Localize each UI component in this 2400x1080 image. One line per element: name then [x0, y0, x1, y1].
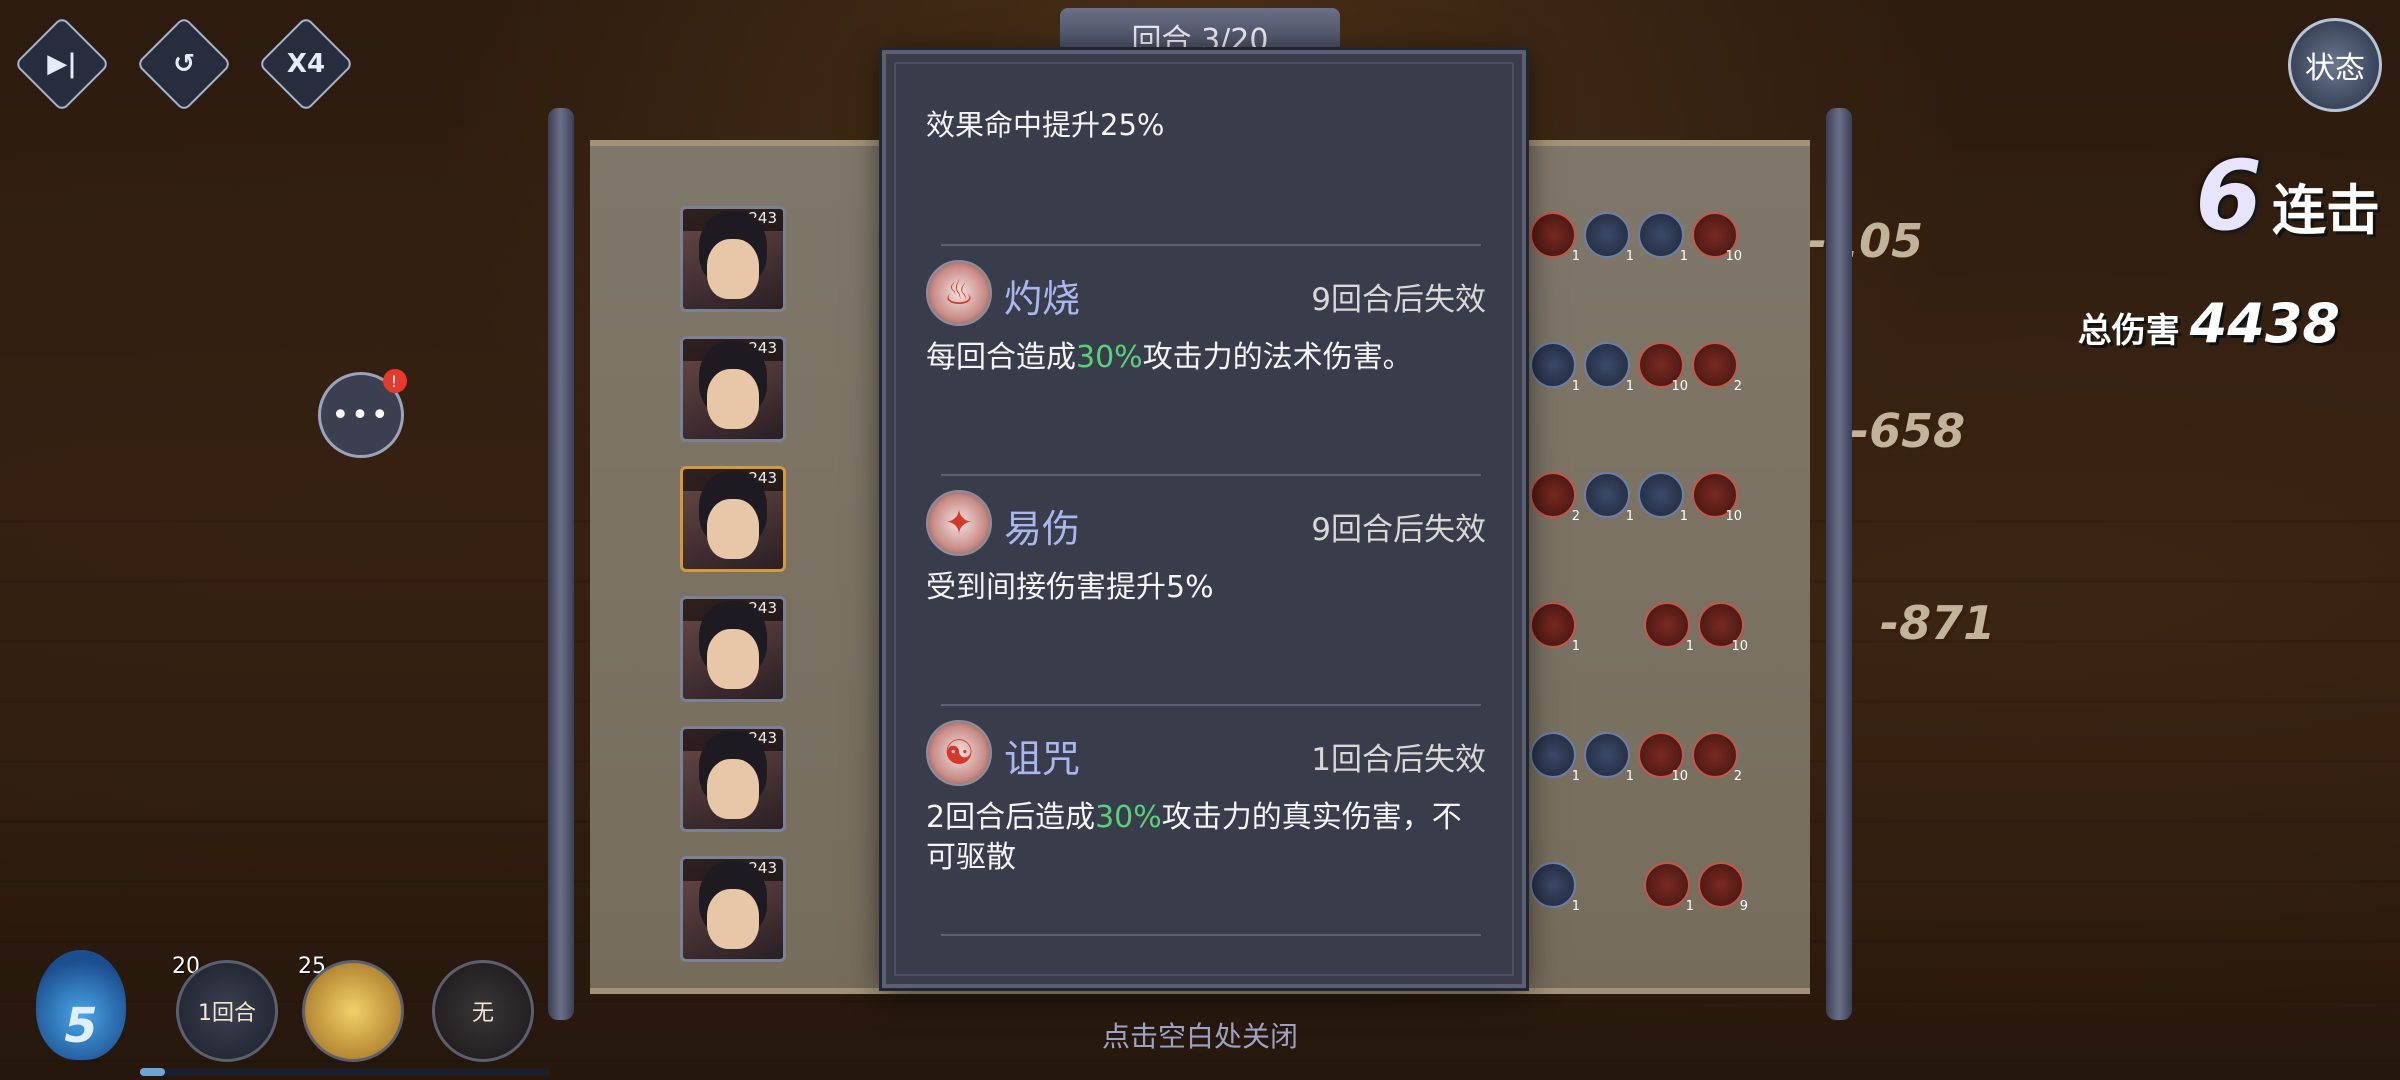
avatar[interactable]: Lv.243	[680, 466, 786, 572]
flame-icon: ♨	[926, 260, 992, 326]
avatar[interactable]: Lv.243	[680, 336, 786, 442]
flame-icon[interactable]: 10	[1638, 342, 1688, 394]
eye-icon[interactable]: 1	[1584, 732, 1634, 784]
damage-popup: -658	[1850, 404, 1966, 458]
divider	[941, 474, 1481, 476]
buff-list: 1 1 9	[1530, 862, 1748, 914]
curse-icon[interactable]: 10	[1692, 472, 1742, 524]
effect-duration: 1回合后失效	[1311, 742, 1486, 778]
effect-name: 诅咒	[1004, 737, 1081, 781]
eye-icon[interactable]: 1	[1530, 342, 1580, 394]
effect-name: 灼烧	[1004, 277, 1081, 321]
buff-list: 2 1 1 10	[1530, 472, 1742, 524]
effect-name: 易伤	[1004, 507, 1081, 551]
buff-list: 1 1 10 2	[1530, 342, 1742, 394]
scroll-rod-right	[1826, 108, 1852, 1020]
curse-icon[interactable]: 2	[1692, 342, 1742, 394]
divider	[941, 934, 1481, 936]
buff-list: 1 1 10 2	[1530, 732, 1742, 784]
curse-icon[interactable]: 1	[1530, 602, 1580, 654]
curse-icon[interactable]: 9	[1698, 862, 1748, 914]
effect-tooltip: 效果命中提升25% ♨ 灼烧 9回合后失效 每回合造成30%攻击力的法术伤害。 …	[882, 50, 1526, 988]
turn-progress-bar	[140, 1068, 550, 1076]
vulnerable-icon: ✦	[926, 490, 992, 556]
shield-icon[interactable]: 1	[1584, 212, 1634, 264]
combo-counter: 6 连击	[2195, 140, 2380, 252]
buff-list: 1 1 1 10	[1530, 212, 1742, 264]
undo-icon: ↺	[173, 49, 195, 79]
eye-icon[interactable]: 1	[1638, 472, 1688, 524]
curse-icon: ☯	[926, 720, 992, 786]
effect-duration: 9回合后失效	[1311, 512, 1486, 548]
curse-icon[interactable]: 10	[1698, 602, 1748, 654]
effect-description: 受到间接伤害提升5%	[926, 570, 1214, 605]
effect-duration: 9回合后失效	[1311, 282, 1486, 318]
damage-popup: -871	[1880, 596, 1996, 650]
flame-icon[interactable]: 1	[1644, 862, 1694, 914]
avatar[interactable]: Lv.243	[680, 206, 786, 312]
divider	[941, 244, 1481, 246]
eye-icon[interactable]: 1	[1530, 862, 1580, 914]
divider	[941, 704, 1481, 706]
eye-icon[interactable]: 1	[1584, 342, 1634, 394]
status-button[interactable]: 状态	[2288, 18, 2382, 112]
avatar[interactable]: Lv.243	[680, 856, 786, 962]
curse-icon[interactable]: 2	[1692, 732, 1742, 784]
flame-icon[interactable]: 10	[1638, 732, 1688, 784]
curse-icon[interactable]: 1	[1530, 212, 1580, 264]
close-hint[interactable]: 点击空白处关闭	[0, 1015, 2400, 1055]
chat-button[interactable]: ••• !	[318, 369, 407, 458]
total-damage: 总伤害 4438	[2077, 292, 2340, 355]
skip-icon: ▶|	[47, 49, 77, 79]
chat-icon: •••	[331, 397, 391, 433]
effect-description: 2回合后造成30%攻击力的真实伤害，不可驱散	[926, 800, 1462, 875]
curse-icon[interactable]: 10	[1692, 212, 1742, 264]
flame-icon[interactable]: 1	[1644, 602, 1694, 654]
eye-icon[interactable]: 1	[1638, 212, 1688, 264]
effect-hit-text: 效果命中提升25%	[926, 108, 1165, 142]
shield-icon[interactable]: 1	[1530, 732, 1580, 784]
avatar[interactable]: Lv.243	[680, 596, 786, 702]
avatar[interactable]: Lv.243	[680, 726, 786, 832]
effect-description: 每回合造成30%攻击力的法术伤害。	[926, 340, 1413, 375]
notification-badge: !	[383, 369, 407, 393]
shield-icon[interactable]: 1	[1584, 472, 1634, 524]
flame-icon[interactable]: 2	[1530, 472, 1580, 524]
scroll-rod-left	[548, 108, 574, 1020]
buff-list: 1 1 10	[1530, 602, 1748, 654]
